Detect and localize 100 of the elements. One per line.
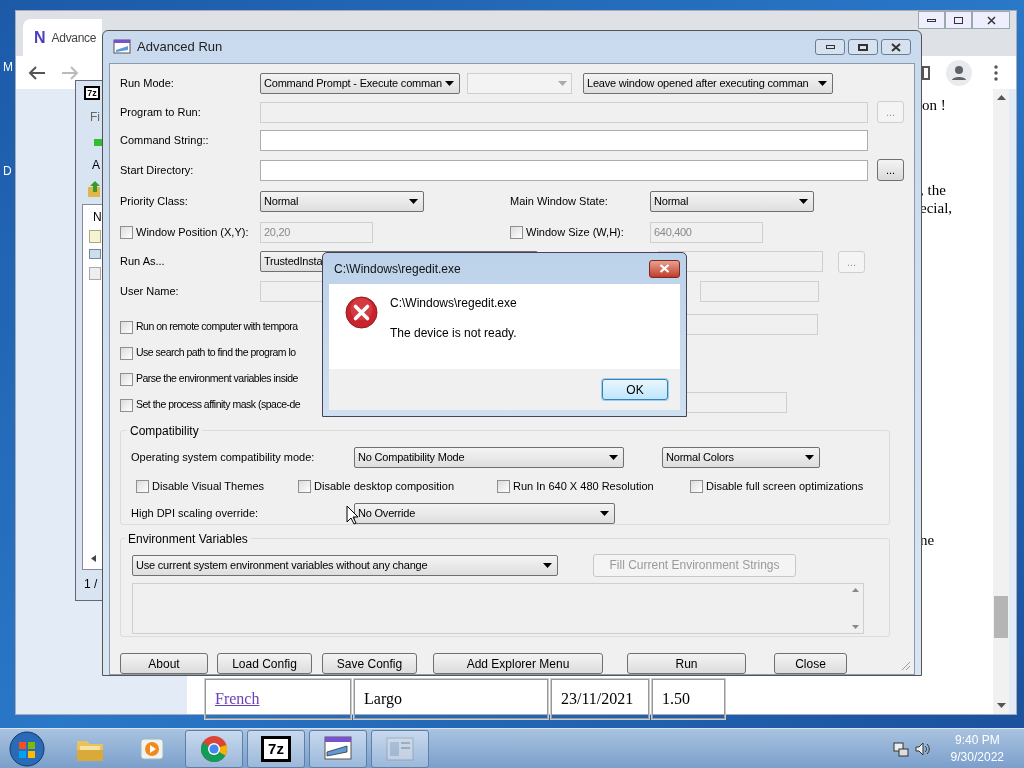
volume-icon[interactable]: [914, 740, 931, 757]
checkbox[interactable]: [120, 346, 133, 360]
menu-icon[interactable]: [994, 64, 998, 81]
folder-up-icon[interactable]: [88, 181, 102, 197]
input-field[interactable]: [700, 280, 819, 302]
taskbar-button[interactable]: [309, 729, 367, 768]
field-label: Operating system compatibility mode:: [131, 450, 316, 466]
checkbox-label: Set the process affinity mask (space-de: [136, 397, 301, 413]
dropdown[interactable]: Command Prompt - Execute comman: [260, 72, 460, 94]
input-field[interactable]: [260, 159, 868, 181]
checkbox[interactable]: [690, 479, 703, 493]
checkbox[interactable]: [298, 479, 311, 493]
table-cell: 1.50: [652, 679, 725, 719]
dropdown[interactable]: Normal Colors: [662, 447, 820, 468]
checkbox[interactable]: [136, 479, 149, 493]
dropdown[interactable]: Normal: [650, 191, 814, 212]
dropdown[interactable]: Normal: [260, 191, 424, 212]
checkbox[interactable]: [120, 320, 133, 334]
caret-icon: [558, 80, 567, 86]
checkbox[interactable]: [510, 225, 523, 239]
field-label: Run As...: [120, 254, 166, 270]
desktop-icon-label: M: [3, 59, 13, 76]
scrollbar-thumb[interactable]: [994, 596, 1008, 638]
maximize-button[interactable]: [848, 39, 878, 55]
field-label: User Name:: [120, 283, 180, 299]
page-text: on !: [922, 96, 946, 115]
back-icon[interactable]: [28, 64, 46, 81]
field-label: Command String::: [120, 133, 210, 149]
window-icon: [385, 735, 415, 762]
action-button[interactable]: Close: [774, 653, 847, 674]
error-heading: C:\Windows\regedit.exe: [390, 295, 517, 312]
caret-icon: [543, 562, 552, 568]
close-button[interactable]: [649, 259, 680, 278]
minimize-button[interactable]: [918, 11, 945, 29]
taskbar-button[interactable]: 7z: [247, 729, 305, 768]
scroll-up-icon[interactable]: [851, 588, 859, 592]
close-button[interactable]: [881, 39, 911, 55]
scrollbar[interactable]: [993, 89, 1009, 714]
window-title: Advanced Run: [137, 38, 223, 57]
close-icon: [659, 264, 670, 273]
checkbox-label: Parse the environment variables inside: [136, 371, 298, 387]
file-icon: [89, 249, 101, 259]
minimize-button[interactable]: [815, 39, 845, 55]
error-message: The device is not ready.: [390, 325, 517, 342]
action-button[interactable]: About: [120, 653, 208, 674]
field-label: Run Mode:: [120, 75, 175, 91]
checkbox-label: Use search path to find the program lo: [136, 345, 296, 361]
checkbox[interactable]: [120, 225, 133, 239]
checkbox-label: Window Position (X,Y):: [136, 224, 249, 240]
close-icon: [891, 42, 901, 52]
dropdown[interactable]: No Compatibility Mode: [354, 447, 624, 468]
dropdown[interactable]: No Override: [354, 502, 615, 524]
avatar-icon[interactable]: [946, 59, 972, 86]
checkbox-label: Disable Visual Themes: [152, 478, 265, 494]
ok-button[interactable]: OK: [602, 379, 668, 400]
checkbox-label: Disable desktop composition: [314, 478, 455, 494]
field-label: Program to Run:: [120, 104, 202, 120]
dropdown[interactable]: Use current system environment variables without any change: [132, 554, 558, 576]
close-icon: [986, 15, 996, 25]
taskbar-button[interactable]: [371, 729, 429, 768]
action-button[interactable]: Add Explorer Menu: [433, 653, 603, 674]
page-text: , the: [920, 181, 946, 200]
archiver-logo: 7z: [261, 735, 291, 762]
taskbar-button[interactable]: [185, 729, 243, 768]
menu-item[interactable]: Fi: [90, 108, 100, 126]
table-cell: 23/11/2021: [551, 679, 649, 719]
maximize-button[interactable]: [945, 11, 972, 29]
caret-icon: [609, 455, 618, 460]
checkbox[interactable]: [120, 398, 133, 412]
scroll-down-icon[interactable]: [996, 703, 1006, 708]
language-link[interactable]: French: [215, 687, 260, 711]
browse-button[interactable]: ...: [877, 159, 904, 181]
field-label: Priority Class:: [120, 194, 189, 210]
column-header: N: [93, 209, 102, 226]
network-icon[interactable]: [892, 740, 909, 757]
action-button[interactable]: Run: [627, 653, 746, 674]
checkbox[interactable]: [497, 479, 510, 493]
checkbox[interactable]: [120, 372, 133, 386]
scroll-up-icon[interactable]: [996, 95, 1006, 100]
toolbar-label[interactable]: A: [92, 156, 100, 174]
extension-icon[interactable]: [922, 65, 930, 80]
scroll-down-icon[interactable]: [851, 625, 859, 629]
forward-icon[interactable]: [61, 64, 79, 81]
tab-title: Advance: [51, 29, 97, 47]
close-button[interactable]: [972, 11, 1010, 29]
checkbox-label: Window Size (W,H):: [526, 224, 624, 240]
dropdown[interactable]: Leave window opened after executing comman: [583, 72, 833, 94]
input-field[interactable]: [260, 130, 868, 151]
start-button[interactable]: [7, 728, 47, 768]
resize-grip-icon[interactable]: [901, 661, 911, 671]
archiver-logo: 7z: [84, 86, 100, 100]
field-label: High DPI scaling override:: [131, 505, 260, 521]
caret-icon: [600, 510, 609, 516]
browser-tab[interactable]: N Advance: [23, 19, 102, 56]
action-button[interactable]: Load Config: [217, 653, 312, 674]
error-icon: [345, 296, 378, 329]
scroll-left-icon[interactable]: [91, 555, 96, 562]
action-button[interactable]: Save Config: [322, 653, 417, 674]
caret-icon: [805, 455, 814, 460]
field-label: Main Window State:: [510, 194, 609, 210]
